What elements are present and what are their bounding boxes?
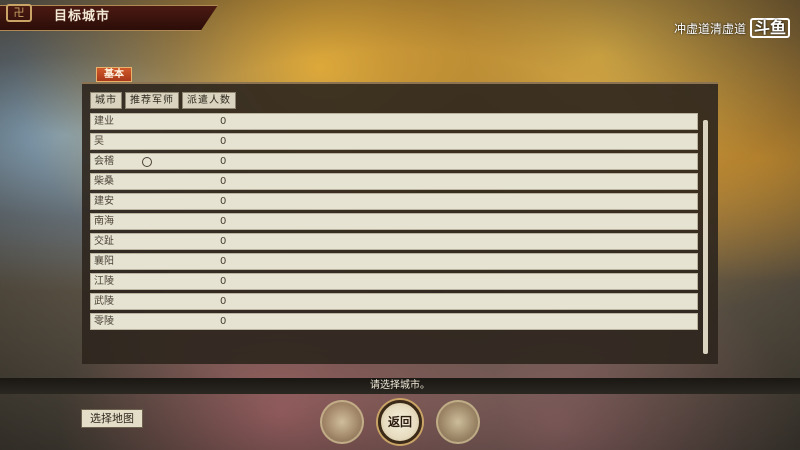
city-name: 建安: [94, 196, 114, 207]
city-name: 零陵: [94, 316, 114, 327]
dispatch-count: 0: [220, 316, 227, 327]
column-header-dispatch[interactable]: 派遣人数: [182, 92, 236, 109]
tab-basic[interactable]: 基本: [96, 67, 132, 82]
table-row[interactable]: 建业 0: [90, 113, 698, 130]
dispatch-count: 0: [220, 136, 227, 147]
table-row[interactable]: 会稽 0: [90, 153, 698, 170]
dispatch-count: 0: [220, 236, 227, 247]
table-row[interactable]: 交趾 0: [90, 233, 698, 250]
city-name: 建业: [94, 116, 114, 127]
dispatch-count: 0: [220, 216, 227, 227]
city-list-panel: 城市 推荐军师 派遣人数 建业 0 吴 0 会稽 0 柴桑 0 建安 0 南海 …: [82, 82, 718, 364]
city-name: 柴桑: [94, 176, 114, 187]
left-disabled-button: [320, 400, 364, 444]
city-name: 襄阳: [94, 256, 114, 267]
dispatch-count: 0: [220, 176, 227, 187]
select-map-button[interactable]: 选择地图: [81, 409, 143, 428]
city-name: 南海: [94, 216, 114, 227]
city-name: 吴: [94, 136, 104, 147]
city-name: 武陵: [94, 296, 114, 307]
ornament-icon: 卍: [6, 4, 32, 22]
city-name: 会稽: [94, 156, 114, 167]
dispatch-count: 0: [220, 276, 227, 287]
table-row[interactable]: 吴 0: [90, 133, 698, 150]
right-disabled-button: [436, 400, 480, 444]
watermark-text: 冲虚道清虚道: [673, 21, 746, 36]
table-row[interactable]: 建安 0: [90, 193, 698, 210]
dispatch-count: 0: [220, 196, 227, 207]
column-header-city[interactable]: 城市: [90, 92, 122, 109]
table-row[interactable]: 零陵 0: [90, 313, 698, 330]
page-title: 目标城市: [54, 9, 111, 24]
watermark: 冲虚道清虚道 斗鱼: [674, 18, 790, 38]
table-row[interactable]: 襄阳 0: [90, 253, 698, 270]
recommended-circle-icon: [142, 157, 152, 167]
table-row[interactable]: 江陵 0: [90, 273, 698, 290]
dispatch-count: 0: [220, 256, 227, 267]
table-row[interactable]: 南海 0: [90, 213, 698, 230]
city-name: 交趾: [94, 236, 114, 247]
city-name: 江陵: [94, 276, 114, 287]
column-header-advisor[interactable]: 推荐军师: [125, 92, 179, 109]
douyu-logo-icon: 斗鱼: [749, 18, 790, 38]
return-button[interactable]: 返回: [378, 400, 422, 444]
dispatch-count: 0: [220, 296, 227, 307]
column-headers: 城市 推荐军师 派遣人数: [90, 92, 236, 109]
message-bar: 请选择城市。: [0, 378, 800, 394]
city-rows: 建业 0 吴 0 会稽 0 柴桑 0 建安 0 南海 0 交趾 0 襄阳 0 江…: [90, 113, 698, 333]
table-row[interactable]: 武陵 0: [90, 293, 698, 310]
dispatch-count: 0: [220, 116, 227, 127]
dispatch-count: 0: [220, 156, 227, 167]
scrollbar[interactable]: [703, 120, 708, 354]
table-row[interactable]: 柴桑 0: [90, 173, 698, 190]
